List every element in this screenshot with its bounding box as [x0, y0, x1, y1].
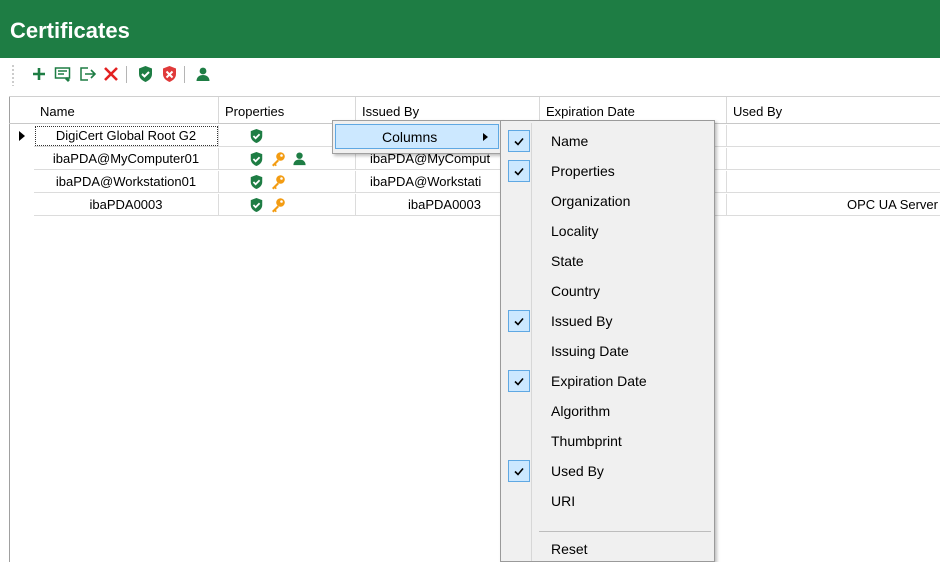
table-cell-name[interactable]: ibaPDA@MyComputer01 — [34, 148, 219, 170]
reject-button[interactable] — [158, 63, 180, 85]
submenu-arrow-icon — [483, 133, 488, 141]
edit-certificate-icon — [54, 66, 72, 82]
check-icon — [508, 130, 530, 152]
table-cell-expiration-date[interactable] — [715, 194, 727, 216]
rejected-shield-icon — [161, 65, 178, 83]
menu-item-properties[interactable]: Properties — [503, 156, 712, 186]
menu-item-reset[interactable]: Reset — [503, 534, 712, 562]
window-title: Certificates — [10, 18, 130, 44]
columns-submenu: Name Properties Organization Locality St… — [500, 120, 715, 562]
toolbar-separator — [126, 66, 127, 83]
row-header[interactable] — [10, 148, 34, 170]
user-icon — [292, 151, 307, 166]
table-cell-used-by[interactable] — [727, 171, 940, 193]
delete-x-icon — [103, 66, 119, 82]
trust-button[interactable] — [134, 63, 156, 85]
table-cell-used-by[interactable] — [727, 125, 940, 147]
trusted-shield-icon — [249, 174, 264, 190]
table-cell-name[interactable]: DigiCert Global Root G2 — [34, 125, 219, 147]
column-header-name[interactable]: Name — [34, 97, 219, 123]
export-icon — [79, 66, 97, 82]
trusted-shield-icon — [249, 197, 264, 213]
check-icon — [508, 160, 530, 182]
menu-separator — [539, 531, 711, 532]
row-header-current[interactable] — [10, 125, 34, 147]
toolbar-separator — [184, 66, 185, 83]
edit-button[interactable] — [52, 63, 74, 85]
table-cell-expiration-date[interactable] — [715, 171, 727, 193]
check-icon — [508, 310, 530, 332]
table-cell-used-by[interactable]: OPC UA Server — [727, 194, 940, 216]
row-header[interactable] — [10, 171, 34, 193]
menu-item-expiration-date[interactable]: Expiration Date — [503, 366, 712, 396]
table-cell-properties[interactable] — [219, 194, 356, 216]
menu-item-used-by[interactable]: Used By — [503, 456, 712, 486]
plus-icon — [31, 66, 47, 82]
context-menu: Columns — [332, 120, 502, 154]
user-button[interactable] — [192, 63, 214, 85]
table-cell-name[interactable]: ibaPDA0003 — [34, 194, 219, 216]
table-cell-issued-by[interactable]: ibaPDA0003 — [356, 194, 502, 216]
current-row-arrow-icon — [19, 131, 25, 141]
add-button[interactable] — [28, 63, 50, 85]
user-icon — [195, 66, 211, 82]
key-icon — [270, 151, 286, 167]
menu-item-issued-by[interactable]: Issued By — [503, 306, 712, 336]
trusted-shield-icon — [137, 65, 154, 83]
check-icon — [508, 460, 530, 482]
menu-item-label: Columns — [382, 129, 437, 145]
menu-item-locality[interactable]: Locality — [503, 216, 712, 246]
export-button[interactable] — [77, 63, 99, 85]
table-cell-expiration-date[interactable] — [715, 125, 727, 147]
delete-button[interactable] — [100, 63, 122, 85]
toolbar-grip[interactable] — [12, 64, 14, 86]
menu-item-name[interactable]: Name — [503, 126, 712, 156]
table-cell-name[interactable]: ibaPDA@Workstation01 — [34, 171, 219, 193]
column-header-used-by[interactable]: Used By — [727, 97, 940, 123]
table-cell-used-by[interactable] — [727, 148, 940, 170]
check-icon — [508, 370, 530, 392]
menu-item-country[interactable]: Country — [503, 276, 712, 306]
menu-item-algorithm[interactable]: Algorithm — [503, 396, 712, 426]
menu-item-organization[interactable]: Organization — [503, 186, 712, 216]
table-cell-expiration-date[interactable] — [715, 148, 727, 170]
menu-item-state[interactable]: State — [503, 246, 712, 276]
trusted-shield-icon — [249, 151, 264, 167]
menu-item-columns[interactable]: Columns — [335, 124, 499, 149]
row-header[interactable] — [10, 194, 34, 216]
title-bar: Certificates — [0, 0, 940, 58]
key-icon — [270, 197, 286, 213]
menu-item-thumbprint[interactable]: Thumbprint — [503, 426, 712, 456]
key-icon — [270, 174, 286, 190]
toolbar — [0, 58, 940, 90]
menu-item-uri[interactable]: URI — [503, 486, 712, 516]
table-cell-issued-by[interactable]: ibaPDA@Workstati — [356, 171, 502, 193]
table-cell-properties[interactable] — [219, 171, 356, 193]
trusted-shield-icon — [249, 128, 264, 144]
menu-item-issuing-date[interactable]: Issuing Date — [503, 336, 712, 366]
